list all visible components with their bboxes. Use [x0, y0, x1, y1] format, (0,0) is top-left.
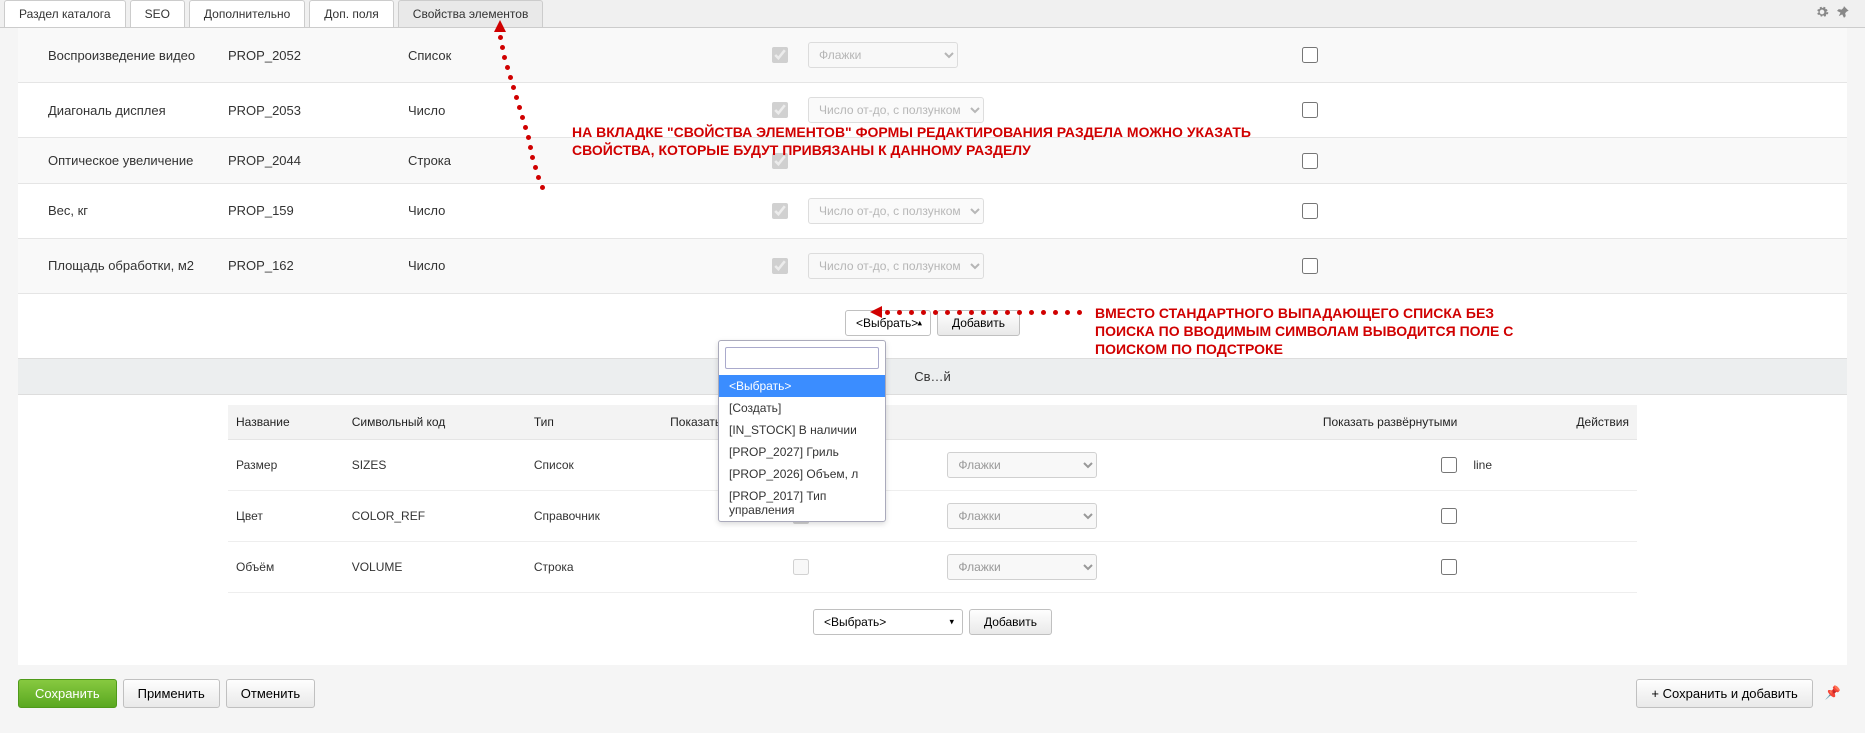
sub-code: VOLUME — [344, 541, 526, 592]
prop-name: Воспроизведение видео — [18, 28, 218, 83]
tab-catalog-section[interactable]: Раздел каталога — [4, 0, 126, 27]
add-button[interactable]: Добавить — [937, 310, 1020, 336]
prop-name: Вес, кг — [18, 183, 218, 238]
search-popup: <Выбрать>[Создать][IN_STOCK] В наличии[P… — [718, 340, 886, 522]
expanded-checkbox[interactable] — [1302, 203, 1318, 219]
sub-name: Цвет — [228, 490, 344, 541]
select-property-dropdown[interactable]: <Выбрать> ▴ — [845, 310, 931, 336]
sub-th-expanded: Показать развёрнутыми — [1215, 405, 1465, 440]
prop-name: Оптическое увеличение — [18, 138, 218, 184]
popup-option[interactable]: [Создать] — [719, 397, 885, 419]
sub-display-mode — [1465, 490, 1523, 541]
sub-display-mode — [1465, 541, 1523, 592]
tab-element-properties[interactable]: Свойства элементов — [398, 0, 544, 27]
popup-option[interactable]: [PROP_2027] Гриль — [719, 441, 885, 463]
sub-display-select[interactable]: Флажки — [947, 452, 1097, 478]
popup-option[interactable]: [IN_STOCK] В наличии — [719, 419, 885, 441]
sub-type: Строка — [526, 541, 662, 592]
sub-display-select[interactable]: Флажки — [947, 554, 1097, 580]
table-row: Диагональ дисплеяPROP_2053Число Число от-… — [18, 83, 1847, 138]
popup-option[interactable]: [PROP_2026] Объем, л — [719, 463, 885, 485]
popup-option[interactable]: <Выбрать> — [719, 375, 885, 397]
prop-type: Число — [398, 83, 698, 138]
smart-filter-checkbox[interactable] — [772, 47, 788, 63]
prop-type: Строка — [398, 138, 698, 184]
select-label: <Выбрать> — [856, 316, 918, 330]
display-select[interactable]: Число от-до, с ползунком — [808, 198, 984, 224]
smart-filter-checkbox[interactable] — [772, 258, 788, 274]
sub-th-code: Символьный код — [344, 405, 526, 440]
table-row: ЦветCOLOR_REFСправочник Флажки — [228, 490, 1637, 541]
tab-seo[interactable]: SEO — [130, 0, 185, 27]
prop-name: Площадь обработки, м2 — [18, 238, 218, 293]
display-select[interactable]: Число от-до, с ползунком — [808, 97, 984, 123]
sub-add-button[interactable]: Добавить — [969, 609, 1052, 635]
display-select[interactable]: Число от-до, с ползунком — [808, 253, 984, 279]
popup-option[interactable]: [PROP_2017] Тип управления — [719, 485, 885, 521]
sub-select-dropdown[interactable]: <Выбрать> ▾ — [813, 609, 963, 635]
sub-display-select[interactable]: Флажки — [947, 503, 1097, 529]
smart-filter-checkbox[interactable] — [772, 153, 788, 169]
sub-expanded-checkbox[interactable] — [1441, 559, 1457, 575]
popup-option-list: <Выбрать>[Создать][IN_STOCK] В наличии[P… — [719, 375, 885, 521]
prop-code: PROP_2044 — [218, 138, 398, 184]
gear-icon[interactable] — [1815, 5, 1829, 22]
expanded-checkbox[interactable] — [1302, 258, 1318, 274]
prop-code: PROP_2053 — [218, 83, 398, 138]
expanded-checkbox[interactable] — [1302, 47, 1318, 63]
sub-th-display — [1465, 405, 1523, 440]
save-and-add-button[interactable]: + Сохранить и добавить — [1636, 679, 1812, 708]
sub-properties-table: Название Символьный код Тип Показать в у… — [228, 405, 1637, 593]
caret-up-icon: ▴ — [917, 317, 922, 328]
prop-code: PROP_159 — [218, 183, 398, 238]
table-row: ОбъёмVOLUMEСтрока Флажки — [228, 541, 1637, 592]
properties-table: Воспроизведение видеоPROP_2052Список Флаж… — [18, 28, 1847, 294]
tab-extra-fields[interactable]: Доп. поля — [309, 0, 394, 27]
prop-type: Число — [398, 183, 698, 238]
sub-type: Справочник — [526, 490, 662, 541]
prop-code: PROP_162 — [218, 238, 398, 293]
table-row: Вес, кгPROP_159Число Число от-до, с ползу… — [18, 183, 1847, 238]
footer-bar: Сохранить Применить Отменить + Сохранить… — [0, 665, 1865, 722]
apply-button[interactable]: Применить — [123, 679, 220, 708]
sub-th-type: Тип — [526, 405, 662, 440]
sub-select-label: <Выбрать> — [824, 615, 886, 629]
cancel-button[interactable]: Отменить — [226, 679, 315, 708]
smart-filter-checkbox[interactable] — [772, 102, 788, 118]
table-row: Площадь обработки, м2PROP_162Число Число … — [18, 238, 1847, 293]
sub-display-mode: line — [1465, 439, 1523, 490]
tab-bar: Раздел каталога SEO Дополнительно Доп. п… — [0, 0, 1865, 28]
caret-down-icon: ▾ — [949, 616, 954, 627]
sub-th-actions: Действия — [1523, 405, 1637, 440]
sub-name: Объём — [228, 541, 344, 592]
sub-type: Список — [526, 439, 662, 490]
display-select[interactable]: Флажки — [808, 42, 958, 68]
expanded-checkbox[interactable] — [1302, 153, 1318, 169]
tab-additional[interactable]: Дополнительно — [189, 0, 305, 27]
sub-code: SIZES — [344, 439, 526, 490]
sub-th-empty1 — [939, 405, 1215, 440]
prop-code: PROP_2052 — [218, 28, 398, 83]
sub-name: Размер — [228, 439, 344, 490]
search-input[interactable] — [725, 347, 879, 369]
sub-th-name: Название — [228, 405, 344, 440]
sub-expanded-checkbox[interactable] — [1441, 457, 1457, 473]
prop-type: Список — [398, 28, 698, 83]
save-button[interactable]: Сохранить — [18, 679, 117, 708]
table-row: РазмерSIZESСписок Флажки line — [228, 439, 1637, 490]
prop-name: Диагональ дисплея — [18, 83, 218, 138]
smart-filter-checkbox[interactable] — [772, 203, 788, 219]
section-header: Св…й — [18, 358, 1847, 395]
sub-smartfilter-checkbox[interactable] — [793, 559, 809, 575]
prop-type: Число — [398, 238, 698, 293]
table-row: Оптическое увеличениеPROP_2044Строка — [18, 138, 1847, 184]
expanded-checkbox[interactable] — [1302, 102, 1318, 118]
table-row: Воспроизведение видеоPROP_2052Список Флаж… — [18, 28, 1847, 83]
sub-code: COLOR_REF — [344, 490, 526, 541]
sub-expanded-checkbox[interactable] — [1441, 508, 1457, 524]
pin-icon[interactable] — [1837, 5, 1851, 22]
footer-pin-icon[interactable]: 📌 — [1819, 685, 1847, 701]
